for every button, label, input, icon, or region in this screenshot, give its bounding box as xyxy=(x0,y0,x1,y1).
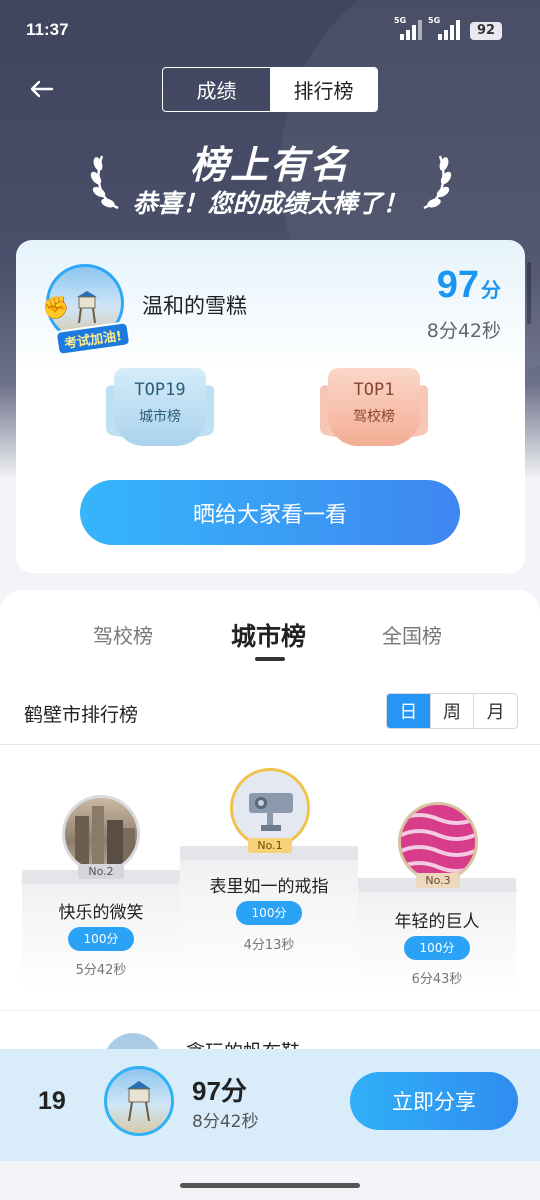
user-time: 8分42秒 xyxy=(426,320,501,342)
tab-scores[interactable]: 成绩 xyxy=(163,68,270,111)
period-switch: 日 周 月 xyxy=(386,693,518,729)
period-week[interactable]: 周 xyxy=(429,694,474,728)
rank-label-3: No.3 xyxy=(416,873,460,888)
my-avatar[interactable] xyxy=(104,1066,174,1136)
tab-indicator xyxy=(255,657,285,661)
school-rank-label: 驾校榜 xyxy=(353,409,395,425)
rank-label-2: No.2 xyxy=(78,864,124,879)
back-arrow-icon[interactable] xyxy=(26,74,58,106)
podium-score-1: 100分 xyxy=(236,901,302,925)
hero-title: 榜上有名 xyxy=(189,143,350,187)
battery-icon: 92 xyxy=(470,22,502,40)
podium-name-3: 年轻的巨人 xyxy=(394,912,480,932)
period-day[interactable]: 日 xyxy=(387,694,430,728)
city-rank-label: 城市榜 xyxy=(139,409,181,425)
score-unit: 分 xyxy=(481,280,501,302)
leaderboard-panel: 驾校榜 城市榜 全国榜 鹤壁市排行榜 日 周 月 No.2 快乐的微笑 100分… xyxy=(0,590,540,1091)
tab-school[interactable]: 驾校榜 xyxy=(93,620,153,649)
podium-name-2: 快乐的微笑 xyxy=(58,903,144,923)
board-title: 鹤壁市排行榜 xyxy=(24,704,139,726)
podium-avatar-2[interactable] xyxy=(62,795,140,873)
leaderboard-tabs: 驾校榜 城市榜 全国榜 xyxy=(0,590,540,670)
podium-score-3: 100分 xyxy=(404,936,470,960)
podium-avatar-3[interactable] xyxy=(398,802,478,882)
podium-avatar-1[interactable] xyxy=(230,768,310,848)
rank-label-1: No.1 xyxy=(248,838,292,853)
tab-national[interactable]: 全国榜 xyxy=(382,620,442,649)
city-buildings-icon xyxy=(75,806,135,868)
signal-label: 5G xyxy=(428,16,441,25)
signal-label: 5G xyxy=(394,16,407,25)
my-rank-bar: 19 97分 8分42秒 立即分享 xyxy=(0,1049,540,1161)
fist-icon: ✊ xyxy=(42,296,70,321)
podium-time-3: 6分43秒 xyxy=(411,972,463,987)
user-score: 97 分 xyxy=(437,264,501,307)
my-score: 97分 xyxy=(192,1076,247,1106)
home-indicator[interactable] xyxy=(180,1183,360,1188)
divider xyxy=(0,744,540,745)
my-time: 8分42秒 xyxy=(192,1112,259,1132)
lifeguard-tower-icon xyxy=(127,1081,151,1122)
status-bar: 11:37 5G 5G 92 xyxy=(0,0,540,60)
list-divider xyxy=(0,1010,540,1011)
tab-leaderboard[interactable]: 排行榜 xyxy=(270,68,377,111)
header-tab-switch: 成绩 排行榜 xyxy=(162,67,378,112)
pink-pattern-icon xyxy=(401,813,475,873)
status-time: 11:37 xyxy=(26,20,69,39)
school-rank-badge[interactable]: TOP1 驾校榜 xyxy=(320,368,428,450)
scrollbar[interactable] xyxy=(527,262,531,324)
lifeguard-tower-icon xyxy=(77,291,97,323)
city-rank-top: TOP19 xyxy=(134,380,186,400)
podium-time-2: 5分42秒 xyxy=(75,963,127,978)
share-now-button[interactable]: 立即分享 xyxy=(350,1072,518,1130)
my-rank: 19 xyxy=(38,1087,66,1115)
result-card: ✊ 考试加油! 温和的雪糕 97 分 8分42秒 TOP19 城市榜 TOP1 驾… xyxy=(16,240,525,573)
tab-city[interactable]: 城市榜 xyxy=(231,617,306,653)
cctv-camera-icon xyxy=(249,793,293,831)
user-name: 温和的雪糕 xyxy=(142,294,247,318)
signal-icon: 5G xyxy=(428,16,460,40)
city-rank-badge[interactable]: TOP19 城市榜 xyxy=(106,368,214,450)
school-rank-top: TOP1 xyxy=(353,380,395,400)
hero-subtitle: 恭喜！您的成绩太棒了！ xyxy=(132,189,408,218)
period-month[interactable]: 月 xyxy=(473,694,517,728)
podium-name-1: 表里如一的戒指 xyxy=(209,877,329,897)
podium-score-2: 100分 xyxy=(68,927,134,951)
signal-icon: 5G xyxy=(394,16,422,40)
score-value: 97 xyxy=(436,264,479,306)
show-off-button[interactable]: 晒给大家看一看 xyxy=(80,480,460,545)
podium-time-1: 4分13秒 xyxy=(243,938,295,953)
